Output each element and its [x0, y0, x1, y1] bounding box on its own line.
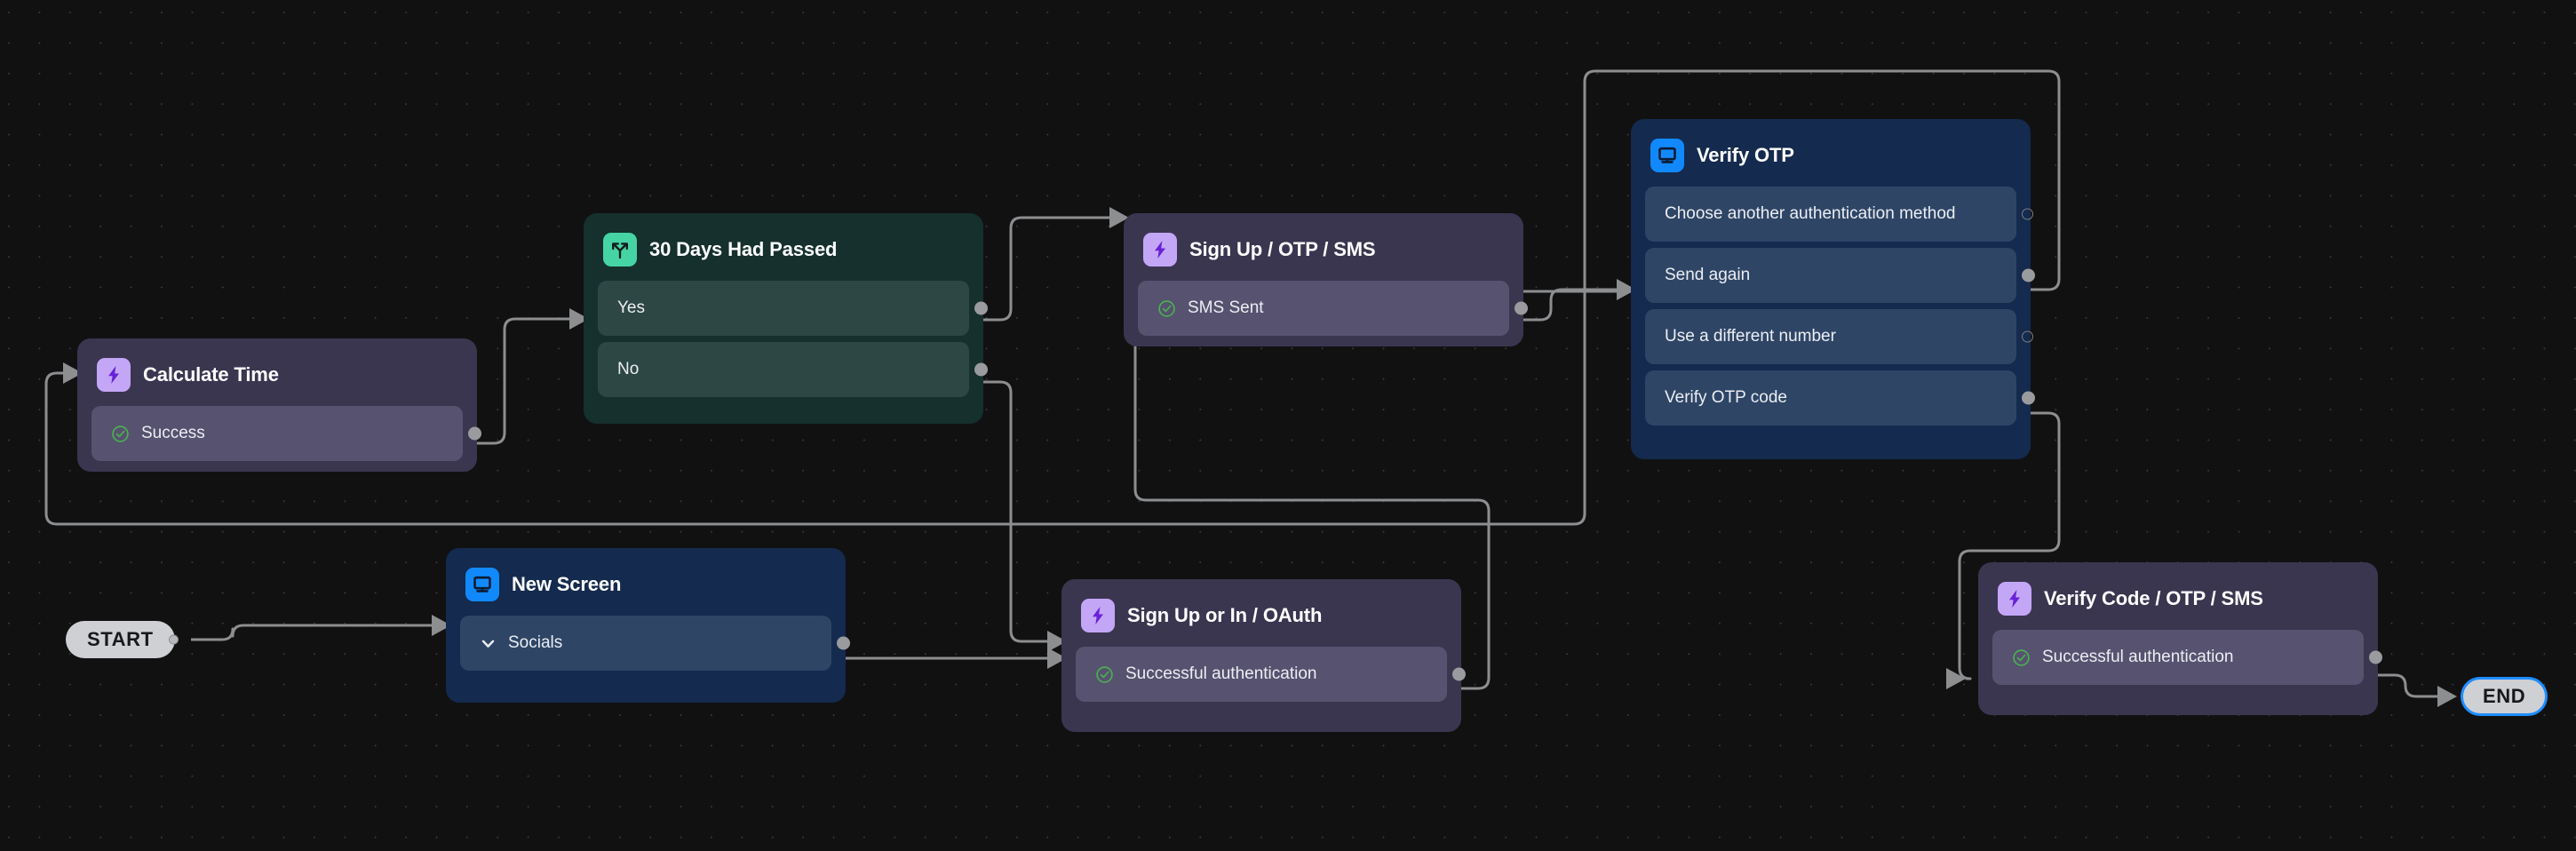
node-title: New Screen [512, 573, 622, 595]
node-row[interactable]: Yes [598, 281, 988, 336]
node-header: Verify Code / OTP / SMS [1992, 577, 2364, 630]
node-row-label: SMS Sent [1188, 298, 1264, 317]
end-label: END [2483, 685, 2526, 707]
node-row-label: Success [141, 424, 205, 442]
chevron-down-icon[interactable] [480, 635, 497, 652]
node-rows: Yes No [598, 281, 988, 397]
branch-icon [603, 233, 637, 266]
node-thirty-days-had-passed[interactable]: 30 Days Had Passed Yes No [584, 213, 988, 424]
node-row[interactable]: Use a different number [1645, 309, 2033, 364]
node-title: Verify OTP [1697, 144, 1794, 166]
node-row[interactable]: Successful authentication [1076, 647, 1466, 702]
row-handle[interactable] [837, 636, 850, 650]
node-header: Sign Up / OTP / SMS [1138, 227, 1509, 281]
node-row[interactable]: SMS Sent [1138, 281, 1528, 336]
node-row-label: Successful authentication [1125, 664, 1317, 683]
node-verify-otp[interactable]: Verify OTP Choose another authentication… [1631, 119, 2035, 459]
row-handle[interactable] [974, 301, 988, 315]
node-row-label: Successful authentication [2042, 648, 2234, 666]
node-row[interactable]: Socials [460, 616, 850, 671]
node-title: Sign Up or In / OAuth [1127, 604, 1323, 626]
node-verify-code-otp-sms[interactable]: Verify Code / OTP / SMS Successful authe… [1978, 562, 2382, 715]
edge-start-to-new-screen [191, 624, 432, 641]
start-source-handle[interactable] [168, 634, 179, 645]
edge-success-to-30-days [462, 317, 569, 445]
node-calculate-time[interactable]: Calculate Time Success [77, 338, 481, 472]
node-row-label: Use a different number [1665, 327, 1836, 346]
row-handle[interactable] [468, 426, 481, 441]
node-title: Verify Code / OTP / SMS [2044, 587, 2263, 609]
node-row-label: Choose another authentication method [1665, 204, 1956, 223]
edge-yes-to-signup-otp [968, 216, 1109, 322]
node-rows: Successful authentication [1076, 647, 1466, 702]
node-rows: Socials [460, 616, 850, 671]
start-label: START [87, 628, 154, 650]
node-row[interactable]: Choose another authentication method [1645, 187, 2033, 242]
monitor-icon [465, 568, 499, 601]
row-handle[interactable] [2022, 391, 2035, 405]
node-sign-up-otp-sms[interactable]: Sign Up / OTP / SMS SMS Sent [1124, 213, 1528, 346]
check-circle-icon [2012, 648, 2031, 667]
node-row-label: Send again [1665, 266, 1751, 284]
lightning-icon [1143, 233, 1177, 266]
node-rows: Success [91, 406, 481, 461]
arrowhead-end [2437, 686, 2457, 707]
check-circle-icon [111, 425, 130, 443]
node-row-label: Socials [508, 633, 563, 652]
node-rows: Successful authentication [1992, 630, 2382, 685]
row-handle-unconnected[interactable] [2022, 208, 2033, 220]
check-circle-icon [1095, 665, 1114, 684]
node-row[interactable]: Verify OTP code [1645, 370, 2035, 426]
node-row-label: Verify OTP code [1665, 388, 1787, 407]
node-row-label: Yes [617, 298, 645, 317]
node-title: 30 Days Had Passed [649, 238, 838, 260]
node-title: Sign Up / OTP / SMS [1189, 238, 1376, 260]
node-rows: Choose another authentication method Sen… [1645, 187, 2035, 426]
node-row-label: No [617, 360, 640, 378]
node-header: 30 Days Had Passed [598, 227, 969, 281]
arrowhead-verify-code-node [1946, 668, 1966, 689]
lightning-icon [1081, 599, 1115, 632]
check-circle-icon [1157, 299, 1176, 318]
node-header: Verify OTP [1645, 133, 2016, 187]
node-header: Calculate Time [91, 353, 463, 406]
node-row[interactable]: Send again [1645, 248, 2035, 303]
lightning-icon [97, 358, 131, 392]
node-row[interactable]: Successful authentication [1992, 630, 2382, 685]
node-header: Sign Up or In / OAuth [1076, 593, 1447, 647]
edge-no-to-oauth [968, 380, 1047, 643]
node-title: Calculate Time [143, 363, 279, 386]
lightning-icon [1998, 582, 2031, 616]
row-handle[interactable] [1452, 667, 1466, 681]
node-sign-up-or-in-oauth[interactable]: Sign Up or In / OAuth Successful authent… [1061, 579, 1466, 732]
row-handle[interactable] [2369, 650, 2382, 664]
node-row[interactable]: Success [91, 406, 481, 461]
flow-canvas[interactable]: START END Calculate Time Success 30 Days… [0, 0, 2576, 851]
node-row[interactable]: No [598, 342, 988, 397]
end-node[interactable]: END [2461, 678, 2548, 715]
node-rows: SMS Sent [1138, 281, 1528, 336]
row-handle[interactable] [2022, 268, 2035, 282]
monitor-icon [1650, 139, 1684, 172]
row-handle-unconnected[interactable] [2022, 330, 2033, 343]
node-new-screen[interactable]: New Screen Socials [446, 548, 850, 703]
node-header: New Screen [460, 562, 831, 616]
row-handle[interactable] [1515, 301, 1528, 315]
start-node[interactable]: START [66, 621, 179, 658]
row-handle[interactable] [974, 362, 988, 377]
